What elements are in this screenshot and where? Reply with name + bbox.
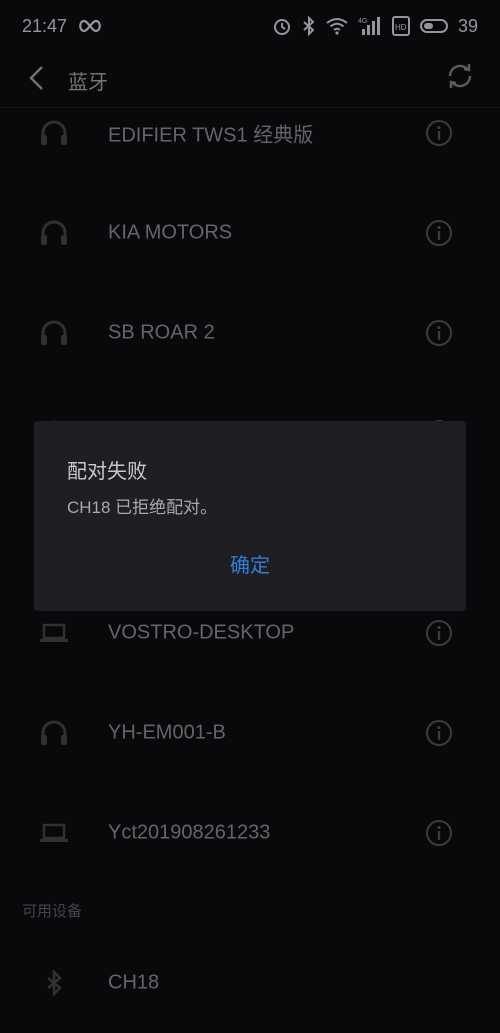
dialog-title: 配对失败 — [67, 461, 147, 483]
confirm-button[interactable]: 确定 — [34, 549, 466, 578]
pairing-failed-dialog: 配对失败 CH18 已拒绝配对。 确定 — [34, 421, 466, 611]
dialog-message: CH18 已拒绝配对。 — [67, 498, 218, 517]
